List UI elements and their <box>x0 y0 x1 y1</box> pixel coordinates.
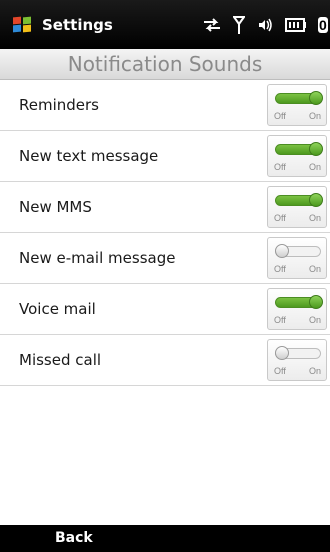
toggle-off-label: Off <box>274 162 286 172</box>
toggle-switch[interactable]: Off On <box>267 186 327 228</box>
toggle-switch[interactable]: Off On <box>267 135 327 177</box>
toggle-on-label: On <box>308 264 321 274</box>
signal-icon[interactable] <box>233 15 245 34</box>
toggle-knob[interactable] <box>275 244 289 258</box>
setting-row-new-text-message[interactable]: New text message Off On <box>0 131 330 182</box>
setting-label: New MMS <box>19 198 92 216</box>
setting-row-voice-mail[interactable]: Voice mail Off On <box>0 284 330 335</box>
setting-label: Missed call <box>19 351 102 369</box>
back-button[interactable]: Back <box>55 530 93 546</box>
page-title: Notification Sounds <box>67 52 263 76</box>
toggle-on-label: On <box>308 213 321 223</box>
setting-row-missed-call[interactable]: Missed call Off On <box>0 335 330 386</box>
toggle-switch[interactable]: Off On <box>267 339 327 381</box>
windows-logo-icon[interactable] <box>13 16 32 33</box>
toggle-off-label: Off <box>274 315 286 325</box>
status-bar: Settings 0 <box>0 0 330 49</box>
toggle-off-label: Off <box>274 111 286 121</box>
toggle-switch[interactable]: Off On <box>267 288 327 330</box>
setting-label: New e-mail message <box>19 249 176 267</box>
toggle-switch[interactable]: Off On <box>267 84 327 126</box>
bottom-bar: Back <box>0 525 330 552</box>
toggle-switch[interactable]: Off On <box>267 237 327 279</box>
toggle-knob[interactable] <box>275 346 289 360</box>
toggle-knob[interactable] <box>309 193 323 207</box>
toggle-on-label: On <box>308 162 321 172</box>
setting-label: Reminders <box>19 96 99 114</box>
toggle-knob[interactable] <box>309 91 323 105</box>
toggle-on-label: On <box>308 366 321 376</box>
toggle-knob[interactable] <box>309 295 323 309</box>
volume-icon[interactable] <box>256 16 274 34</box>
toggle-on-label: On <box>308 315 321 325</box>
settings-list: Reminders Off On New text message Off On… <box>0 80 330 386</box>
data-sync-icon[interactable] <box>202 17 222 33</box>
battery-text: 0 <box>318 16 328 33</box>
setting-label: New text message <box>19 147 159 165</box>
setting-row-new-email-message[interactable]: New e-mail message Off On <box>0 233 330 284</box>
title-bar: Notification Sounds <box>0 49 330 80</box>
setting-row-new-mms[interactable]: New MMS Off On <box>0 182 330 233</box>
setting-row-reminders[interactable]: Reminders Off On <box>0 80 330 131</box>
toggle-off-label: Off <box>274 213 286 223</box>
status-icons: 0 <box>202 0 330 49</box>
setting-label: Voice mail <box>19 300 96 318</box>
toggle-off-label: Off <box>274 366 286 376</box>
toggle-off-label: Off <box>274 264 286 274</box>
app-title: Settings <box>42 15 113 34</box>
toggle-knob[interactable] <box>309 142 323 156</box>
battery-icon[interactable] <box>285 17 307 32</box>
toggle-on-label: On <box>308 111 321 121</box>
